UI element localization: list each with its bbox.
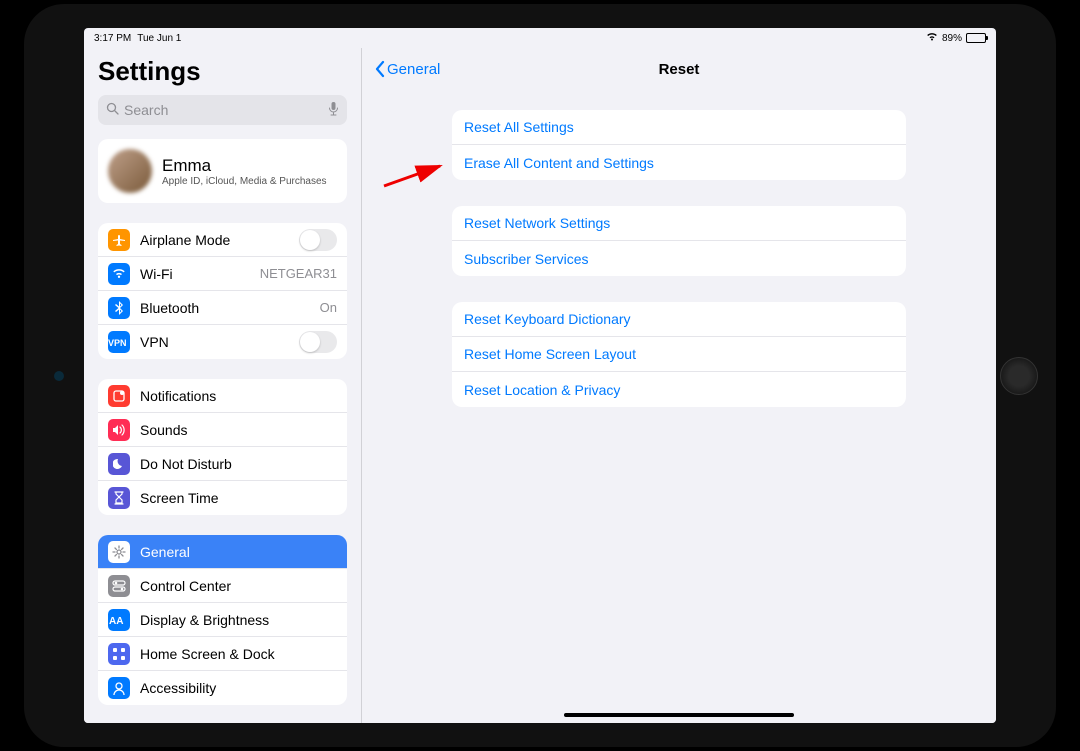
sidebar-item-label: Airplane Mode [140,232,299,248]
sidebar-item-value: NETGEAR31 [260,266,337,281]
sidebar-item-notifications[interactable]: Notifications [98,379,347,413]
reset-option-erase-all-content-and-settings[interactable]: Erase All Content and Settings [452,145,906,180]
person-icon [108,677,130,699]
status-date: Tue Jun 1 [137,33,181,44]
sidebar-item-label: General [140,544,337,560]
back-button[interactable]: General [374,60,440,78]
home-button[interactable] [1000,357,1038,395]
wifi-icon [926,32,938,44]
hourglass-icon [108,487,130,509]
search-placeholder: Search [124,102,168,118]
reset-option-reset-keyboard-dictionary[interactable]: Reset Keyboard Dictionary [452,302,906,337]
bluetooth-icon [108,297,130,319]
page-title: Settings [98,56,347,87]
annotation-arrow [382,158,452,194]
avatar [108,149,152,193]
reset-option-reset-home-screen-layout[interactable]: Reset Home Screen Layout [452,337,906,372]
wifi-icon [108,263,130,285]
sidebar-group-connectivity: Airplane ModeWi-FiNETGEAR31BluetoothOnVP… [98,223,347,359]
sidebar-item-label: Sounds [140,422,337,438]
reset-option-reset-network-settings[interactable]: Reset Network Settings [452,206,906,241]
toggle-switch[interactable] [299,229,337,251]
camera-sensor [54,371,64,381]
sidebar-item-vpn[interactable]: VPN VPN [98,325,347,359]
svg-text:AA: AA [109,616,123,627]
grid-icon [108,643,130,665]
reset-option-reset-all-settings[interactable]: Reset All Settings [452,110,906,145]
screen: 3:17 PM Tue Jun 1 89% Settings Search [84,28,996,723]
nav-title: Reset [659,61,700,78]
airplane-icon [108,229,130,251]
nav-bar: General Reset [362,48,996,90]
detail-pane: General Reset Reset All SettingsErase Al… [362,48,996,723]
sidebar-item-airplane-mode[interactable]: Airplane Mode [98,223,347,257]
svg-text:VPN: VPN [108,338,127,348]
home-indicator[interactable] [564,713,794,717]
status-time: 3:17 PM [94,33,131,44]
reset-option-subscriber-services[interactable]: Subscriber Services [452,241,906,276]
sidebar-item-label: Notifications [140,388,337,404]
sidebar-item-label: Bluetooth [140,300,320,316]
chevron-left-icon [374,60,385,78]
gear-icon [108,541,130,563]
sidebar-item-do-not-disturb[interactable]: Do Not Disturb [98,447,347,481]
sidebar-item-accessibility[interactable]: Accessibility [98,671,347,705]
apple-id-card[interactable]: Emma Apple ID, iCloud, Media & Purchases [98,139,347,203]
sidebar-item-label: Do Not Disturb [140,456,337,472]
sidebar-group-general: General Control Center AA Display & Brightn… [98,535,347,705]
AA-icon: AA [108,609,130,631]
sidebar-group-notifications: Notifications Sounds Do Not Disturb Screen … [98,379,347,515]
sidebar-item-value: On [320,300,337,315]
back-label: General [387,61,440,78]
bell-icon [108,385,130,407]
profile-name: Emma [162,156,327,176]
battery-percent: 89% [942,33,962,44]
search-input[interactable]: Search [98,95,347,125]
sidebar-item-control-center[interactable]: Control Center [98,569,347,603]
profile-subtitle: Apple ID, iCloud, Media & Purchases [162,176,327,187]
battery-icon [966,33,986,43]
sidebar-item-wi-fi[interactable]: Wi-FiNETGEAR31 [98,257,347,291]
sidebar-item-home-screen-dock[interactable]: Home Screen & Dock [98,637,347,671]
sidebar-item-label: Screen Time [140,490,337,506]
switches-icon [108,575,130,597]
sidebar-item-label: Wi-Fi [140,266,260,282]
sidebar-item-label: Home Screen & Dock [140,646,337,662]
status-bar: 3:17 PM Tue Jun 1 89% [84,28,996,48]
sidebar-item-label: Display & Brightness [140,612,337,628]
vpn-icon: VPN [108,331,130,353]
ipad-device-frame: 3:17 PM Tue Jun 1 89% Settings Search [24,4,1056,747]
sidebar-item-screen-time[interactable]: Screen Time [98,481,347,515]
sidebar-item-sounds[interactable]: Sounds [98,413,347,447]
reset-option-group: Reset Network SettingsSubscriber Service… [452,206,906,276]
sidebar-item-label: Control Center [140,578,337,594]
mic-icon[interactable] [328,101,339,119]
sidebar-item-label: Accessibility [140,680,337,696]
sidebar-item-bluetooth[interactable]: BluetoothOn [98,291,347,325]
speaker-icon [108,419,130,441]
moon-icon [108,453,130,475]
sidebar-item-label: VPN [140,334,299,350]
reset-option-reset-location-privacy[interactable]: Reset Location & Privacy [452,372,906,407]
search-icon [106,102,119,118]
reset-option-group: Reset All SettingsErase All Content and … [452,110,906,180]
sidebar-item-general[interactable]: General [98,535,347,569]
sidebar-item-display-brightness[interactable]: AA Display & Brightness [98,603,347,637]
reset-option-group: Reset Keyboard DictionaryReset Home Scre… [452,302,906,407]
sidebar: Settings Search Emma Apple ID, iCloud, M… [84,48,362,723]
toggle-switch[interactable] [299,331,337,353]
